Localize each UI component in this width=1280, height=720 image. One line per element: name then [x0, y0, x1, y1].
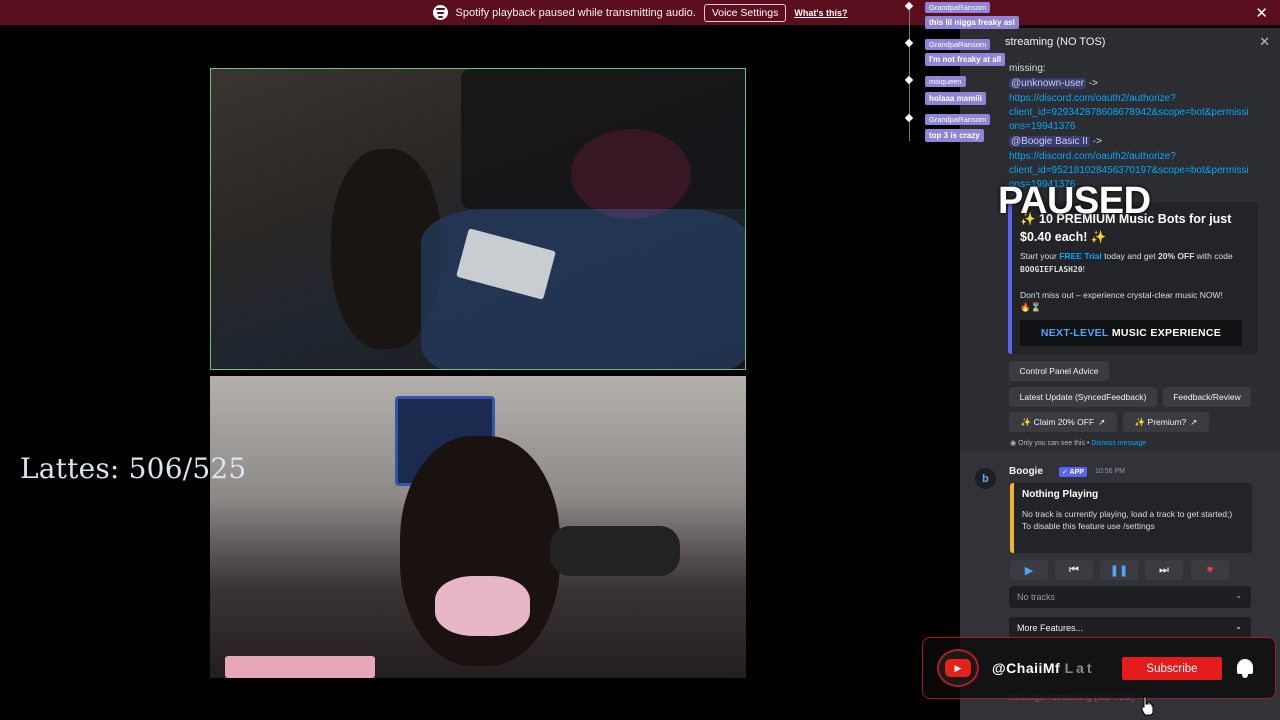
play-icon: ▶ — [1024, 564, 1034, 577]
arrow-2: -> — [1092, 136, 1102, 147]
features-select[interactable]: More Features... ⌄ — [1009, 617, 1251, 639]
handle-fade: Lat — [1064, 660, 1095, 676]
chat-message: top 3 is crazy — [925, 129, 984, 142]
skip-forward-icon: ⏭ — [1159, 563, 1169, 576]
bell-icon[interactable] — [1235, 657, 1255, 679]
chat-username: GrandpaRansom — [925, 2, 991, 13]
track-select-value: No tracks — [1017, 592, 1056, 602]
play-button[interactable]: ▶ — [1010, 560, 1048, 580]
premium-button[interactable]: ✨ Premium? ↗ — [1123, 412, 1209, 432]
invite-link-1b[interactable]: client_id=929342878608678942&scope=bot&p… — [1009, 106, 1249, 121]
chat-message: this lil nigga freaky asl — [925, 16, 1019, 29]
missing-label: missing: — [1009, 63, 1046, 74]
ephemeral-note: ◉ Only you can see this • Dismiss messag… — [1010, 439, 1146, 447]
promo-body-a: Start your — [1020, 251, 1057, 261]
external-link-icon: ↗ — [1098, 416, 1106, 427]
track-select[interactable]: No tracks ⌄ — [1009, 586, 1251, 608]
pause-icon: ❚❚ — [1109, 564, 1129, 577]
close-icon[interactable]: ✕ — [1255, 4, 1268, 22]
youtube-logo-icon: ▶ — [937, 649, 979, 687]
promo-code-label: code — [1214, 251, 1233, 261]
chat-message: holaaa mamiii — [925, 92, 986, 105]
mention-line-1: @unknown-user -> — [1009, 77, 1098, 92]
latest-update-button[interactable]: Latest Update (SyncedFeedback) — [1009, 387, 1157, 407]
promo-discount: 20% OFF — [1158, 251, 1195, 261]
chevron-down-icon: ⌄ — [1235, 622, 1242, 631]
thread-close-icon[interactable]: ✕ — [1259, 34, 1270, 50]
promo-body-b: today and get — [1104, 251, 1156, 261]
chat-username: GrandpaRansom — [925, 114, 991, 125]
np-body: No track is currently playing, load a tr… — [1022, 508, 1242, 532]
invite-link-1a[interactable]: https://discord.com/oauth2/authorize? — [1009, 92, 1176, 107]
whats-this-link[interactable]: What's this? — [794, 8, 847, 18]
feedback-review-button[interactable]: Feedback/Review — [1163, 387, 1251, 407]
invite-link-2b[interactable]: client_id=952181028456370197&scope=bot&p… — [1009, 164, 1249, 179]
webcam-feed-bottom — [210, 376, 746, 678]
mention-line-2: @Boogie Basic II -> — [1009, 135, 1102, 150]
previous-button[interactable]: ⏮ — [1055, 560, 1093, 580]
chat-marker-icon — [904, 113, 914, 123]
thread-title: streaming (NO TOS) — [1005, 36, 1106, 48]
promo-free-trial: FREE Trial — [1059, 251, 1102, 261]
promo-body-d: ! — [1082, 263, 1085, 274]
nothing-playing-embed: Nothing Playing No track is currently pl… — [1010, 483, 1252, 553]
promo-body-c: with — [1196, 251, 1212, 261]
next-button[interactable]: ⏭ — [1145, 560, 1183, 580]
claim-discount-label: ✨ Claim 20% OFF — [1020, 416, 1095, 427]
invite-link-1c[interactable]: ons=19941376 — [1009, 120, 1075, 135]
message-timestamp: 10:56 PM — [1095, 468, 1125, 475]
webcam-feed-top — [210, 68, 746, 370]
mention-boogie-basic[interactable]: @Boogie Basic II — [1009, 136, 1090, 147]
promo-body-2: Don't miss out – experience crystal-clea… — [1020, 289, 1223, 300]
claim-discount-button[interactable]: ✨ Claim 20% OFF ↗ — [1009, 412, 1117, 432]
like-button[interactable]: ♥ — [1191, 560, 1229, 580]
chevron-down-icon: ⌄ — [1235, 591, 1242, 600]
control-panel-advice-button[interactable]: Control Panel Advice — [1009, 361, 1109, 381]
voice-settings-button[interactable]: Voice Settings — [703, 3, 787, 22]
features-select-value: More Features... — [1017, 623, 1084, 633]
skip-back-icon: ⏮ — [1069, 563, 1079, 576]
np-body-a: No track is currently playing, load a tr… — [1022, 509, 1233, 519]
chat-marker-icon — [904, 38, 914, 48]
promo-banner-image: NEXT-LEVEL MUSIC EXPERIENCE — [1020, 320, 1242, 346]
chat-username: mixqueen — [925, 76, 966, 87]
invite-link-2a[interactable]: https://discord.com/oauth2/authorize? — [1009, 150, 1176, 165]
dismiss-message-link[interactable]: Dismiss message — [1091, 440, 1146, 447]
hand-cursor-icon — [1141, 696, 1154, 716]
pause-button[interactable]: ❚❚ — [1100, 560, 1138, 580]
premium-label: ✨ Premium? — [1134, 416, 1187, 427]
lattes-counter: Lattes: 506/525 — [20, 452, 247, 485]
bot-name[interactable]: Boogie — [1009, 466, 1043, 477]
notice-text: Spotify playback paused while transmitti… — [455, 6, 696, 19]
paused-overlay: PAUSED — [998, 180, 1151, 222]
banner-accent: NEXT-LEVEL — [1040, 327, 1109, 339]
app-badge: ✓ APP — [1059, 467, 1087, 477]
boogie-avatar[interactable]: b — [975, 468, 996, 489]
handle-main: @ChaiiMf — [992, 660, 1061, 676]
arrow-1: -> — [1088, 78, 1098, 89]
np-body-b: To disable this feature use /settings — [1022, 521, 1155, 531]
promo-emojis: 🔥⌛ — [1020, 302, 1042, 312]
thread-header: streaming (NO TOS) — [960, 28, 1280, 56]
np-title: Nothing Playing — [1022, 489, 1099, 500]
chat-username: GrandpaRansom — [925, 39, 991, 50]
ephemeral-text: Only you can see this • — [1018, 440, 1090, 447]
mention-unknown-user[interactable]: @unknown-user — [1009, 78, 1086, 89]
banner-rest: MUSIC EXPERIENCE — [1111, 327, 1222, 339]
eye-icon: ◉ — [1010, 440, 1017, 447]
notice-bar: Spotify playback paused while transmitti… — [0, 0, 1280, 25]
youtube-handle: @ChaiiMf Lat — [992, 660, 1095, 676]
chat-marker-icon — [904, 75, 914, 85]
promo-code: BOOGIEFLASH20 — [1020, 264, 1083, 274]
promo-body: Start your FREE Trial today and get 20% … — [1020, 250, 1250, 314]
external-link-icon: ↗ — [1190, 416, 1198, 427]
subscribe-button[interactable]: Subscribe — [1122, 657, 1222, 680]
heart-icon: ♥ — [1206, 564, 1214, 576]
promo-title-line-2: $0.40 each! ✨ — [1020, 230, 1107, 244]
promo-embed: ✨ 10 PREMIUM Music Bots for just $0.40 e… — [1008, 202, 1258, 354]
spotify-icon — [432, 5, 448, 20]
chat-message: I'm not freaky at all — [925, 53, 1006, 66]
